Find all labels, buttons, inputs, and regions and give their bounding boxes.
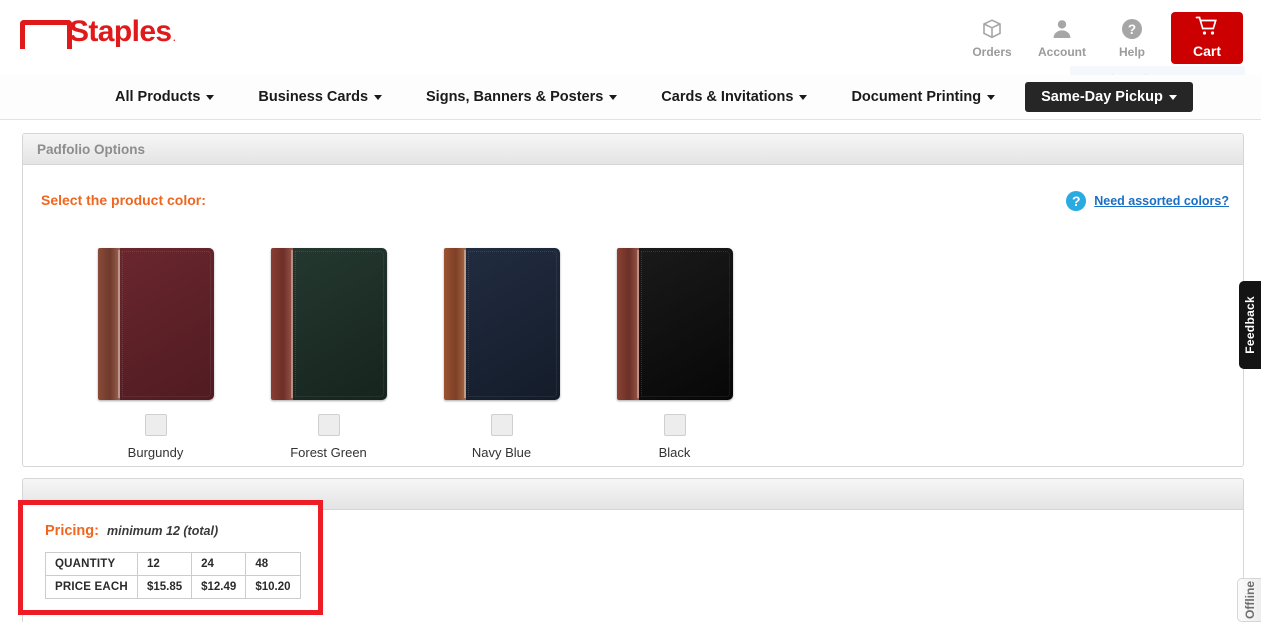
- color-option-forest-green[interactable]: Forest Green: [242, 248, 415, 460]
- logo-wordmark: Staples: [69, 15, 172, 48]
- padfolio-spine: [616, 248, 639, 400]
- table-row: QUANTITY 12 24 48: [45, 552, 301, 576]
- nav-item-signs-banners-posters[interactable]: Signs, Banners & Posters: [426, 89, 618, 105]
- account-label: Account: [1038, 44, 1086, 59]
- color-option-navy-blue[interactable]: Navy Blue: [415, 248, 588, 460]
- pricing-highlight-box: Pricing: minimum 12 (total) QUANTITY 12 …: [18, 500, 323, 615]
- price-cell: $10.20: [245, 575, 301, 599]
- quantity-cell: 12: [136, 552, 193, 576]
- color-checkbox[interactable]: [317, 414, 340, 436]
- pricing-label: Pricing:: [45, 523, 99, 539]
- cart-label: Cart: [1192, 43, 1221, 59]
- staple-bracket-icon: [20, 20, 72, 49]
- row-header-price-each: PRICE EACH: [45, 575, 138, 599]
- nav-item-document-printing[interactable]: Document Printing: [851, 89, 996, 105]
- padfolio-spine: [270, 248, 293, 400]
- price-cell: $15.85: [136, 575, 193, 599]
- cart-button[interactable]: Cart: [1171, 11, 1243, 64]
- shopping-cart-icon: [1195, 16, 1219, 41]
- page-root: Staples . Orders Account ? Help Cart All…: [0, 0, 1261, 622]
- orders-label: Orders: [972, 44, 1012, 59]
- header-utility-group: Orders Account ? Help Cart: [961, 0, 1261, 75]
- padfolio-image: [616, 248, 733, 400]
- color-checkbox[interactable]: [490, 414, 513, 436]
- svg-text:?: ?: [1128, 22, 1136, 37]
- chevron-down-icon: [609, 94, 618, 100]
- orders-button[interactable]: Orders: [961, 17, 1023, 59]
- quantity-cell: 24: [191, 552, 247, 576]
- color-label: Black: [658, 445, 691, 460]
- nav-item-business-cards[interactable]: Business Cards: [258, 89, 383, 105]
- quantity-cell: 48: [245, 552, 301, 576]
- nav-label: Business Cards: [258, 89, 369, 105]
- color-label: Navy Blue: [471, 445, 532, 460]
- padfolio-spine: [443, 248, 466, 400]
- offline-chat-tab[interactable]: Offline: [1237, 578, 1261, 622]
- color-checkbox[interactable]: [663, 414, 686, 436]
- site-header: Staples . Orders Account ? Help Cart: [0, 0, 1261, 75]
- chevron-down-icon: [799, 94, 808, 100]
- price-cell: $12.49: [191, 575, 247, 599]
- panel-body: Select the product color: ? Need assorte…: [23, 165, 1243, 467]
- nav-item-cards-invitations[interactable]: Cards & Invitations: [661, 89, 808, 105]
- color-swatch-list: Burgundy Forest Green Navy Blue Black: [69, 248, 761, 460]
- logo-trademark: .: [172, 29, 177, 44]
- select-color-label: Select the product color:: [41, 192, 206, 208]
- need-assorted-colors[interactable]: ? Need assorted colors?: [1066, 191, 1229, 211]
- padfolio-image: [270, 248, 387, 400]
- staples-logo[interactable]: Staples .: [20, 15, 177, 49]
- panel-title: Padfolio Options: [37, 141, 145, 157]
- chevron-down-icon: [206, 94, 215, 100]
- color-label: Burgundy: [127, 445, 184, 460]
- panel-header: Padfolio Options: [23, 134, 1243, 165]
- color-option-burgundy[interactable]: Burgundy: [69, 248, 242, 460]
- padfolio-options-panel: Padfolio Options Select the product colo…: [22, 133, 1244, 467]
- person-icon: [1050, 17, 1074, 41]
- chevron-down-icon: [374, 94, 383, 100]
- nav-label: Cards & Invitations: [661, 89, 794, 105]
- assorted-colors-link: Need assorted colors?: [1094, 194, 1229, 208]
- nav-item-same-day-pickup[interactable]: Same-Day Pickup: [1025, 82, 1193, 112]
- nav-label: All Products: [115, 89, 201, 105]
- pricing-minimum-note: minimum 12 (total): [106, 524, 219, 538]
- main-nav: All Products Business Cards Signs, Banne…: [0, 75, 1261, 120]
- box-icon: [980, 17, 1004, 41]
- feedback-tab[interactable]: Feedback: [1239, 281, 1261, 369]
- nav-label: Signs, Banners & Posters: [426, 89, 604, 105]
- color-option-black[interactable]: Black: [588, 248, 761, 460]
- padfolio-cover: [465, 248, 560, 400]
- padfolio-cover: [638, 248, 733, 400]
- table-row: PRICE EACH $15.85 $12.49 $10.20: [45, 575, 301, 599]
- help-label: Help: [1118, 44, 1145, 59]
- padfolio-image: [443, 248, 560, 400]
- question-mark-badge-icon: ?: [1066, 191, 1087, 211]
- padfolio-spine: [97, 248, 120, 400]
- offline-label: Offline: [1242, 581, 1257, 619]
- chevron-down-icon: [987, 94, 996, 100]
- page-content: Padfolio Options Select the product colo…: [0, 121, 1261, 622]
- row-header-quantity: QUANTITY: [45, 552, 138, 576]
- color-label: Forest Green: [290, 445, 367, 460]
- color-checkbox[interactable]: [144, 414, 167, 436]
- chevron-down-icon: [1168, 94, 1177, 100]
- nav-label: Same-Day Pickup: [1041, 89, 1163, 105]
- nav-label: Document Printing: [851, 89, 982, 105]
- feedback-label: Feedback: [1243, 296, 1257, 354]
- pricing-content: Pricing: minimum 12 (total) QUANTITY 12 …: [23, 505, 318, 599]
- pricing-table: QUANTITY 12 24 48 PRICE EACH $15.85 $12.…: [45, 552, 301, 599]
- help-button[interactable]: ? Help: [1101, 17, 1163, 59]
- nav-item-all-products[interactable]: All Products: [115, 89, 215, 105]
- padfolio-cover: [119, 248, 214, 400]
- pricing-heading: Pricing: minimum 12 (total): [45, 523, 318, 539]
- question-circle-icon: ?: [1120, 17, 1144, 41]
- padfolio-cover: [292, 248, 387, 400]
- account-button[interactable]: Account: [1031, 17, 1093, 59]
- padfolio-image: [97, 248, 214, 400]
